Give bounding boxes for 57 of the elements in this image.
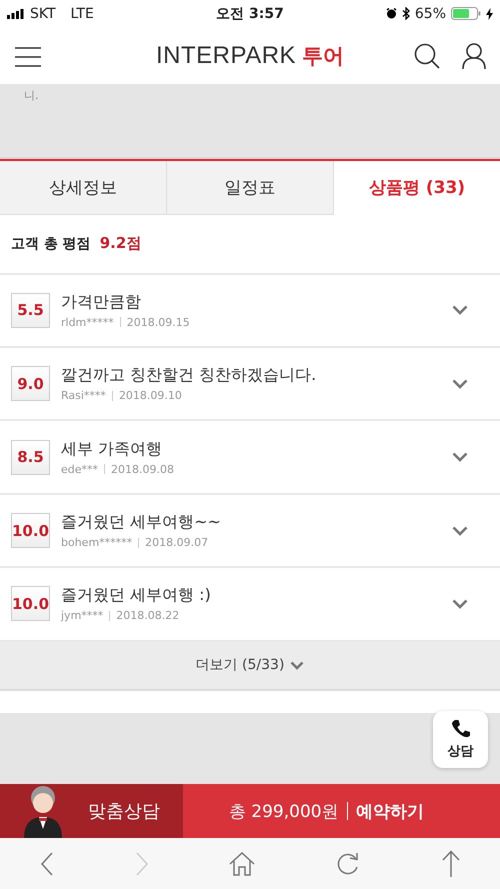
review-date: 2018.09.10: [118, 389, 182, 402]
rating-label: 고객 총 평점: [11, 234, 91, 253]
consult-button[interactable]: 맞춤상담: [0, 784, 183, 838]
review-user: ede***: [61, 462, 98, 476]
chevron-icon[interactable]: [452, 378, 468, 389]
tab[interactable]: 일정표: [167, 160, 334, 216]
review-user: Rasi****: [61, 389, 106, 402]
menu-icon[interactable]: [15, 47, 41, 68]
signal-icon: [7, 8, 25, 19]
chevron-icon[interactable]: [452, 452, 468, 462]
clock-time: 오전 3:57: [216, 4, 284, 23]
review-user: jym****: [61, 609, 104, 622]
scroll-top-icon[interactable]: [442, 850, 460, 878]
call-button[interactable]: 상담: [433, 711, 488, 768]
score-badge: 5.5: [11, 292, 50, 328]
review-title: 가격만큼함: [61, 292, 142, 313]
battery-percent: 65%: [414, 6, 446, 22]
charging-icon: [486, 8, 493, 20]
score-badge: 10.0: [11, 586, 50, 622]
review-row[interactable]: 10.0 즐거웠던 세부여행~~ bohem****** 2018.09.07: [0, 494, 500, 568]
back-icon[interactable]: [40, 852, 54, 876]
review-date: 2018.08.22: [116, 609, 180, 622]
review-title: 즐거웠던 세부여행~~: [61, 512, 222, 534]
rating-score: 9.2점: [100, 234, 142, 254]
review-row[interactable]: 5.5 가격만큼함 rldm***** 2018.09.15: [0, 274, 500, 348]
review-title: 세부 가족여행: [61, 438, 164, 460]
review-row[interactable]: 9.0 깔건까고 칭찬할건 칭찬하겠습니다. Rasi**** 2018.09.10: [0, 348, 500, 422]
review-title: 깔건까고 칭찬할건 칭찬하겠습니다.: [61, 365, 318, 386]
more-button[interactable]: 더보기 (5/33): [0, 642, 500, 692]
score-badge: 10.0: [11, 513, 50, 548]
network-type: LTE: [70, 6, 94, 22]
chevron-icon: [290, 660, 304, 670]
review-row[interactable]: 8.5 세부 가족여행 ede*** 2018.09.08: [0, 421, 500, 495]
review-date: 2018.09.07: [145, 536, 208, 550]
phone-icon: [450, 719, 470, 740]
review-user: bohem******: [61, 536, 132, 550]
search-icon[interactable]: [414, 43, 440, 70]
chevron-icon[interactable]: [452, 305, 468, 316]
chevron-icon[interactable]: [452, 526, 468, 536]
review-user: rldm*****: [61, 316, 114, 329]
review-title: 즐거웠던 세부여행 :): [61, 585, 212, 606]
bluetooth-icon: [402, 7, 410, 20]
home-icon[interactable]: [228, 852, 255, 876]
score-badge: 8.5: [11, 440, 50, 475]
score-badge: 9.0: [11, 366, 50, 402]
chevron-icon[interactable]: [452, 598, 468, 609]
tab[interactable]: 상세정보: [0, 160, 167, 216]
booking-button[interactable]: 총 299,000원 예약하기: [183, 784, 500, 838]
review-date: 2018.09.08: [111, 462, 174, 476]
cut-off-text: 니.: [24, 88, 38, 104]
carrier-name: SKT: [30, 6, 56, 22]
user-icon[interactable]: [462, 43, 486, 70]
battery-icon: [451, 7, 481, 20]
logo-text[interactable]: INTERPARK: [156, 42, 296, 70]
alarm-icon: [386, 8, 397, 20]
review-date: 2018.09.15: [126, 316, 190, 329]
logo-subtitle[interactable]: 투어: [302, 42, 344, 70]
